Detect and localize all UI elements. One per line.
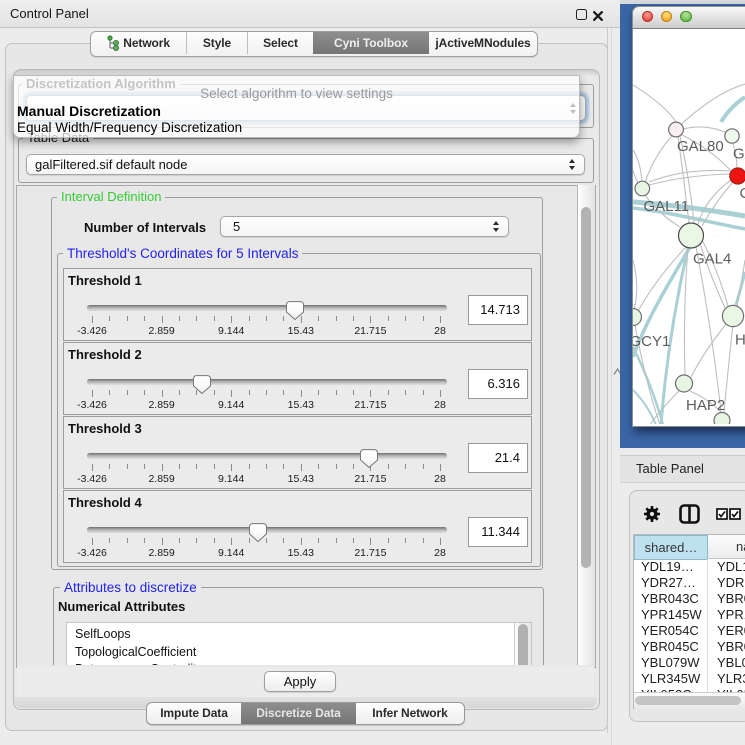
svg-text:GAL11: GAL11 bbox=[644, 198, 690, 215]
svg-text:GAL80: GAL80 bbox=[677, 138, 724, 155]
svg-text:GCY1: GCY1 bbox=[633, 333, 670, 350]
svg-text:GAL4: GAL4 bbox=[693, 251, 731, 268]
svg-text:GAL1: GAL1 bbox=[733, 146, 745, 163]
svg-text:H: H bbox=[735, 332, 745, 349]
svg-text:CYC: CYC bbox=[740, 185, 745, 202]
svg-text:HAP2: HAP2 bbox=[686, 397, 725, 414]
